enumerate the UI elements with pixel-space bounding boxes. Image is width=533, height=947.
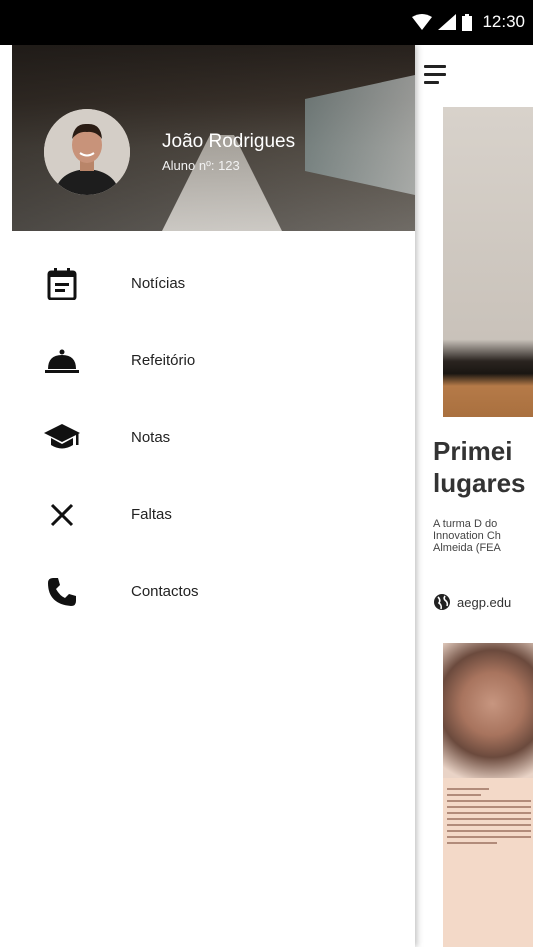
clock: 12:30 xyxy=(482,12,525,31)
drawer-menu: Notícias Refeitório Notas Faltas Contact… xyxy=(0,245,415,630)
menu-item-faltas[interactable]: Faltas xyxy=(0,476,415,553)
calendar-news-icon xyxy=(44,266,80,302)
menu-item-notas[interactable]: Notas xyxy=(0,399,415,476)
menu-item-label: Notas xyxy=(131,429,171,446)
menu-item-noticias[interactable]: Notícias xyxy=(0,245,415,322)
battery-icon xyxy=(462,13,473,31)
student-number: Aluno nº: 123 xyxy=(162,158,240,173)
menu-item-label: Faltas xyxy=(131,506,172,523)
avatar-photo xyxy=(44,109,130,195)
menu-item-label: Refeitório xyxy=(131,352,196,369)
navigation-drawer: João Rodrigues Aluno nº: 123 Notícias Re… xyxy=(0,45,415,947)
menu-item-label: Notícias xyxy=(131,275,186,292)
header-background-window xyxy=(305,75,415,195)
menu-item-refeitorio[interactable]: Refeitório xyxy=(0,322,415,399)
status-bar: 12:30 xyxy=(0,0,533,45)
cloche-icon xyxy=(44,343,80,379)
wifi-icon xyxy=(412,14,433,30)
graduation-cap-icon xyxy=(44,420,80,456)
status-icons: 12:30 xyxy=(412,10,525,34)
menu-item-contactos[interactable]: Contactos xyxy=(0,553,415,630)
close-icon xyxy=(44,497,80,533)
menu-item-label: Contactos xyxy=(131,583,199,600)
drawer-header: João Rodrigues Aluno nº: 123 xyxy=(12,45,415,231)
signal-icon xyxy=(438,14,457,30)
phone-icon xyxy=(44,574,80,610)
user-name: João Rodrigues xyxy=(162,131,296,152)
avatar[interactable] xyxy=(44,109,130,195)
